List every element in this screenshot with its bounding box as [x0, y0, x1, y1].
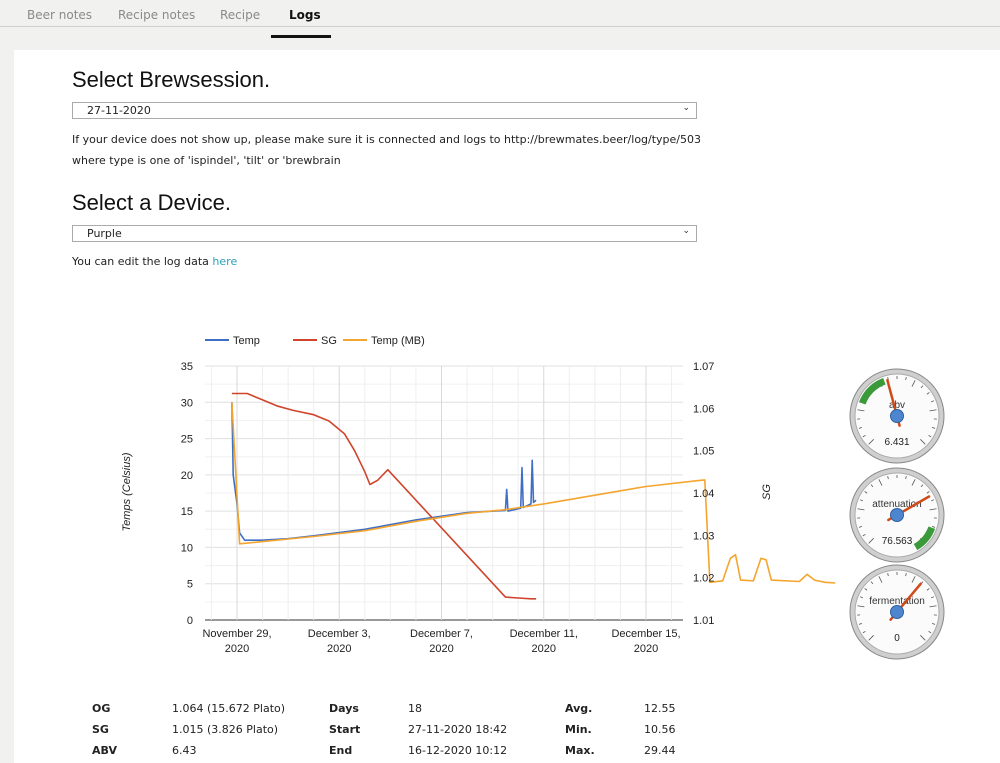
tab-logs[interactable]: Logs — [289, 8, 321, 22]
edit-log-label: You can edit the log data — [72, 255, 213, 268]
stat-value-max: 29.44 — [644, 744, 676, 757]
stat-value-min: 10.56 — [644, 723, 676, 736]
tab-bar: Beer notes Recipe notes Recipe Logs — [0, 0, 1000, 27]
stat-value-abv: 6.43 — [172, 744, 197, 757]
session-select-value: 27-11-2020 — [87, 104, 151, 117]
stat-label-abv: ABV — [92, 744, 117, 757]
session-heading: Select Brewsession. — [72, 67, 271, 92]
session-help-line1: If your device does not show up, please … — [72, 133, 702, 146]
stat-label-min: Min. — [565, 723, 592, 736]
stat-value-avg: 12.55 — [644, 702, 676, 715]
active-tab-indicator — [271, 35, 331, 38]
stat-value-og: 1.064 (15.672 Plato) — [172, 702, 286, 715]
device-select-value: Purple — [87, 227, 122, 240]
tab-beer-notes[interactable]: Beer notes — [27, 8, 92, 22]
stat-label-og: OG — [92, 702, 111, 715]
edit-log-link[interactable]: here — [212, 255, 237, 268]
stat-value-start: 27-11-2020 18:42 — [408, 723, 508, 736]
stat-label-max: Max. — [565, 744, 595, 757]
stat-value-end: 16-12-2020 10:12 — [408, 744, 508, 757]
device-select[interactable]: Purple ⌄ — [72, 225, 697, 242]
device-heading: Select a Device. — [72, 190, 231, 215]
chevron-down-icon: ⌄ — [682, 226, 690, 236]
edit-log-text: You can edit the log data here — [72, 255, 237, 268]
stat-value-days: 18 — [408, 702, 422, 715]
stat-label-avg: Avg. — [565, 702, 593, 715]
stat-label-sg: SG — [92, 723, 109, 736]
tab-recipe-notes[interactable]: Recipe notes — [118, 8, 195, 22]
chevron-down-icon: ⌄ — [682, 103, 690, 113]
stat-value-sg: 1.015 (3.826 Plato) — [172, 723, 279, 736]
session-help-line2: where type is one of 'ispindel', 'tilt' … — [72, 154, 341, 167]
stat-label-end: End — [329, 744, 353, 757]
tab-recipe[interactable]: Recipe — [220, 8, 260, 22]
stat-label-start: Start — [329, 723, 361, 736]
stat-label-days: Days — [329, 702, 359, 715]
session-select[interactable]: 27-11-2020 ⌄ — [72, 102, 697, 119]
